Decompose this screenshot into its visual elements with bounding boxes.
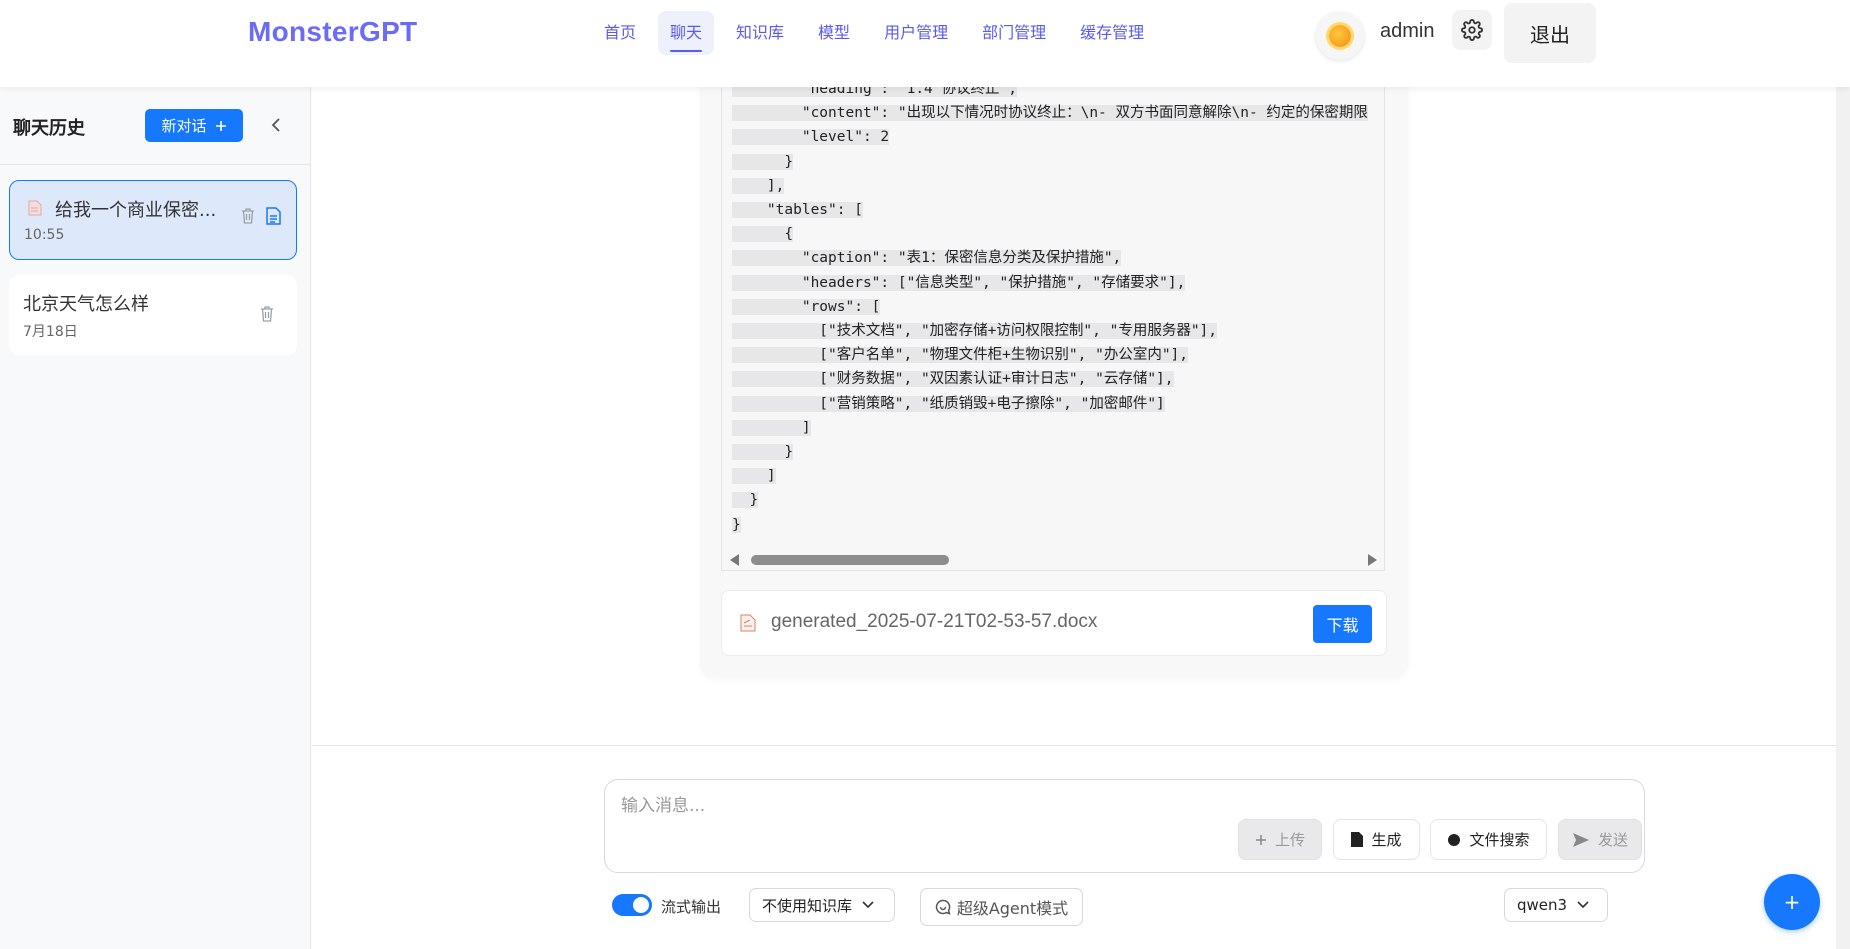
conversation-time: 7月18日 [23, 324, 78, 340]
code-line: "heading": "1.4 协议终止", [732, 87, 1368, 101]
chevron-down-icon [1577, 901, 1589, 909]
nav-cache[interactable]: 缓存管理 [1068, 11, 1156, 55]
plus-icon [1255, 834, 1266, 845]
code-line: ["营销策略", "纸质销毁+电子擦除", "加密邮件"] [732, 395, 1165, 412]
file-search-button[interactable]: 文件搜索 [1430, 819, 1547, 860]
knowledge-base-value: 不使用知识库 [762, 896, 853, 915]
app-logo[interactable]: MonsterGPT [248, 16, 417, 48]
super-agent-label: 超级Agent模式 [956, 899, 1069, 918]
nav-models[interactable]: 模型 [806, 11, 862, 55]
conversation-time: 10:55 [24, 227, 65, 243]
code-line: ], [732, 177, 785, 194]
generate-label: 生成 [1371, 831, 1402, 849]
sidebar-title: 聊天历史 [13, 118, 85, 139]
settings-button[interactable] [1452, 10, 1492, 50]
circle-dot-icon [1448, 833, 1461, 846]
conversation-item[interactable]: 北京天气怎么样 7月18日 [9, 275, 297, 355]
code-line: "content": "出现以下情况时协议终止：\n- 双方书面同意解除\n- … [732, 105, 1368, 122]
conversation-item-active[interactable]: 给我一个商业保密... 10:55 [9, 180, 297, 260]
code-line: } [732, 516, 741, 533]
chat-bubble-icon [935, 899, 951, 915]
code-line: "tables": [ [732, 202, 863, 219]
code-content: "heading": "1.4 协议终止", "content": "出现以下情… [732, 87, 1368, 537]
code-line: ] [732, 468, 776, 485]
chat-history-sidebar: 聊天历史 新对话 给我一个商业保密... 10:55 北京天气怎么样 7月18日 [0, 87, 311, 949]
stream-output-toggle[interactable] [612, 894, 652, 916]
plus-icon [215, 120, 226, 131]
code-line: "level": 2 [732, 129, 890, 146]
composer-area: 上传 生成 文件搜索 发送 流式输出 不使用知识库 超级Agent模式 qwen… [312, 745, 1850, 949]
document-icon[interactable] [266, 207, 281, 225]
code-line: ["客户名单", "物理文件柜+生物识别", "办公室内"], [732, 347, 1189, 364]
main-nav: 首页 聊天 知识库 模型 用户管理 部门管理 缓存管理 [592, 11, 1166, 55]
code-block: "heading": "1.4 协议终止", "content": "出现以下情… [721, 87, 1385, 571]
top-header: MonsterGPT 首页 聊天 知识库 模型 用户管理 部门管理 缓存管理 a… [0, 0, 1850, 87]
send-icon [1572, 832, 1589, 847]
model-value: qwen3 [1517, 896, 1568, 914]
super-agent-button[interactable]: 超级Agent模式 [920, 888, 1083, 926]
avatar[interactable] [1316, 12, 1364, 60]
floating-add-button[interactable]: + [1764, 874, 1820, 930]
conversation-title: 北京天气怎么样 [23, 294, 149, 315]
send-button[interactable]: 发送 [1558, 819, 1642, 860]
code-line: "caption": "表1：保密信息分类及保护措施", [732, 250, 1122, 267]
code-horizontal-scrollbar[interactable] [721, 547, 1385, 571]
message-input[interactable] [621, 796, 1221, 816]
knowledge-base-select[interactable]: 不使用知识库 [749, 888, 895, 922]
send-label: 发送 [1597, 831, 1628, 849]
code-line: "headers": ["信息类型", "保护措施", "存储要求"], [732, 274, 1186, 291]
scrollbar-thumb[interactable] [751, 555, 949, 565]
scroll-right-arrow-icon[interactable] [1368, 554, 1377, 566]
stream-output-label: 流式输出 [661, 898, 722, 916]
gear-icon [1461, 19, 1483, 41]
nav-departments[interactable]: 部门管理 [970, 11, 1058, 55]
collapse-sidebar-button[interactable] [264, 113, 288, 137]
chevron-left-icon [271, 118, 280, 132]
username: admin [1380, 20, 1435, 42]
message-composer: 上传 生成 文件搜索 发送 [604, 779, 1645, 873]
file-search-label: 文件搜索 [1469, 831, 1530, 849]
code-line: ["技术文档", "加密存储+访问权限控制", "专用服务器"], [732, 323, 1218, 340]
generate-button[interactable]: 生成 [1333, 819, 1420, 860]
code-line: ["财务数据", "双因素认证+审计日志", "云存储"], [732, 371, 1174, 388]
chevron-down-icon [862, 901, 874, 909]
docx-file-icon [740, 614, 756, 632]
code-line: ] [732, 419, 811, 436]
page-vertical-scrollbar[interactable] [1836, 0, 1850, 949]
conversation-title: 给我一个商业保密... [55, 200, 217, 221]
nav-knowledge[interactable]: 知识库 [724, 11, 796, 55]
upload-label: 上传 [1274, 831, 1305, 849]
code-line: } [732, 492, 759, 509]
trash-icon[interactable] [260, 306, 274, 322]
file-name: generated_2025-07-21T02-53-57.docx [771, 611, 1098, 632]
code-line: } [732, 153, 794, 170]
sun-avatar-icon [1329, 25, 1351, 47]
trash-icon[interactable] [241, 208, 255, 224]
code-line: } [732, 444, 794, 461]
code-line: { [732, 226, 794, 243]
chat-main: "heading": "1.4 协议终止", "content": "出现以下情… [312, 87, 1850, 745]
download-button[interactable]: 下载 [1313, 605, 1372, 643]
code-line: "rows": [ [732, 298, 881, 315]
sidebar-header: 聊天历史 新对话 [0, 87, 310, 165]
nav-home[interactable]: 首页 [592, 11, 648, 55]
new-chat-label: 新对话 [161, 117, 207, 135]
nav-users[interactable]: 用户管理 [872, 11, 960, 55]
document-file-icon [28, 200, 42, 216]
model-select[interactable]: qwen3 [1504, 888, 1608, 922]
generated-file-card: generated_2025-07-21T02-53-57.docx 下载 [721, 590, 1387, 656]
scroll-left-arrow-icon[interactable] [730, 554, 739, 566]
logout-button[interactable]: 退出 [1504, 3, 1596, 63]
upload-button[interactable]: 上传 [1238, 819, 1322, 860]
new-chat-button[interactable]: 新对话 [145, 109, 243, 142]
nav-chat[interactable]: 聊天 [658, 11, 715, 55]
file-icon [1351, 832, 1364, 847]
